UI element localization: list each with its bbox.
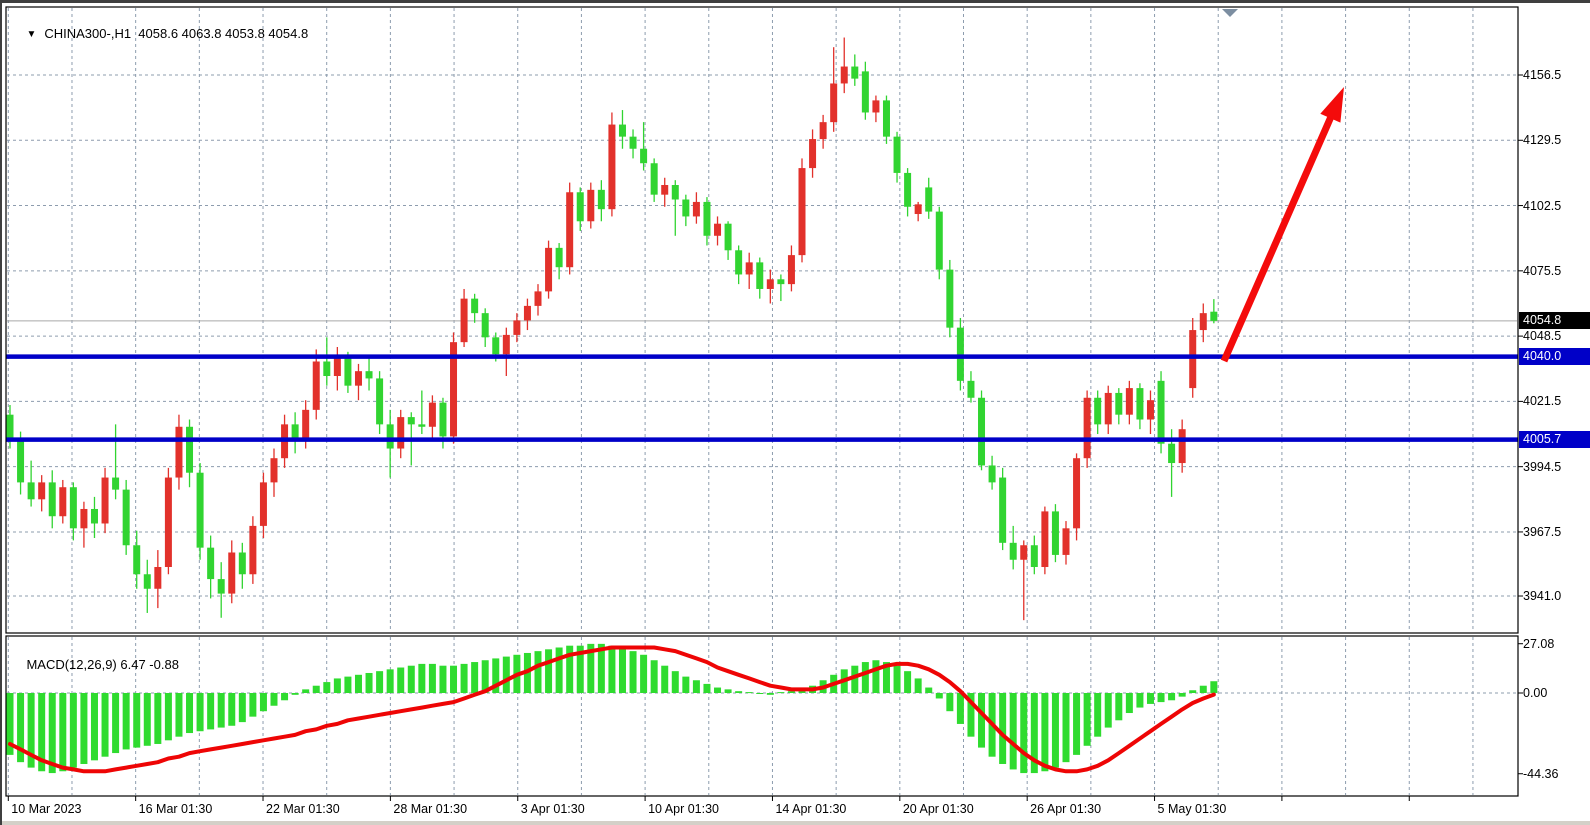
time-tick-label: 3 Apr 01:30 — [521, 802, 585, 817]
price-tick-label: 3967.5 — [1523, 525, 1589, 540]
price-chart-canvas[interactable] — [2, 3, 1590, 825]
price-tick-label: 3994.5 — [1523, 460, 1589, 475]
time-tick-label: 10 Apr 01:30 — [648, 802, 719, 817]
price-tick-label: 4021.5 — [1523, 394, 1589, 409]
price-tick-label: 3941.0 — [1523, 589, 1589, 604]
price-line-label: 4005.7 — [1519, 431, 1590, 448]
time-tick-label: 14 Apr 01:30 — [775, 802, 846, 817]
time-tick-label: 26 Apr 01:30 — [1030, 802, 1101, 817]
time-tick-label: 28 Mar 01:30 — [393, 802, 467, 817]
price-tick-label: 4048.5 — [1523, 329, 1589, 344]
price-tick-label: 4129.5 — [1523, 133, 1589, 148]
price-line-label: 4040.0 — [1519, 348, 1590, 365]
ohlc-values: 4058.6 4063.8 4053.8 4054.8 — [138, 26, 308, 41]
symbol-dropdown-icon[interactable]: ▼ — [26, 29, 36, 40]
macd-indicator-label: MACD(12,26,9) 6.47 -0.88 — [12, 642, 179, 687]
price-tick-label: 4102.5 — [1523, 199, 1589, 214]
trading-chart-window: ▼ CHINA300-,H1 4058.6 4063.8 4053.8 4054.… — [0, 0, 1590, 825]
macd-name: MACD(12,26,9) — [26, 657, 116, 672]
macd-tick-label: 27.08 — [1523, 637, 1589, 652]
window-bottom-strip — [2, 821, 1590, 825]
macd-values: 6.47 -0.88 — [120, 657, 179, 672]
time-tick-label: 22 Mar 01:30 — [266, 802, 340, 817]
macd-tick-label: 0.00 — [1523, 686, 1589, 701]
price-tick-label: 4156.5 — [1523, 68, 1589, 83]
time-tick-label: 10 Mar 2023 — [11, 802, 81, 817]
macd-tick-label: -44.36 — [1523, 767, 1589, 782]
symbol-timeframe-label: CHINA300-,H1 — [44, 26, 131, 41]
current-price-label: 4054.8 — [1519, 312, 1590, 329]
time-tick-label: 5 May 01:30 — [1158, 802, 1227, 817]
price-tick-label: 4075.5 — [1523, 264, 1589, 279]
chart-header: ▼ CHINA300-,H1 4058.6 4063.8 4053.8 4054.… — [12, 11, 308, 56]
time-tick-label: 16 Mar 01:30 — [139, 802, 213, 817]
time-tick-label: 20 Apr 01:30 — [903, 802, 974, 817]
